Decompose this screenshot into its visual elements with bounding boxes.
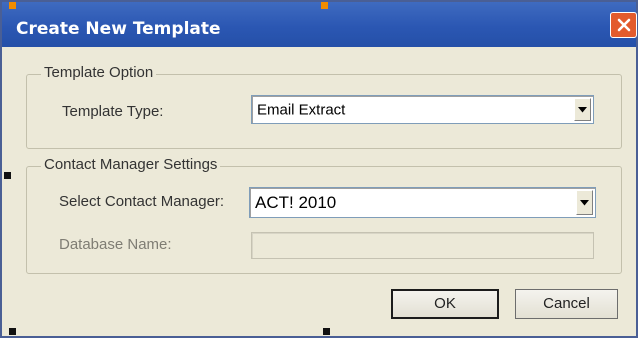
template-type-label: Template Type: — [62, 103, 164, 120]
template-option-legend: Template Option — [41, 64, 157, 81]
contact-manager-value: ACT! 2010 — [255, 192, 337, 212]
resize-handle-bottom-center[interactable] — [323, 328, 330, 335]
select-contact-manager-label: Select Contact Manager: — [59, 193, 225, 210]
database-name-label: Database Name: — [59, 236, 172, 253]
close-icon — [617, 18, 631, 32]
contact-manager-select[interactable]: ACT! 2010 — [249, 187, 596, 218]
template-type-value: Email Extract — [257, 101, 346, 118]
chevron-down-icon — [578, 106, 587, 112]
window-title: Create New Template — [16, 19, 221, 39]
close-button[interactable] — [610, 12, 637, 38]
ok-button[interactable]: OK — [391, 289, 499, 319]
title-bar[interactable]: Create New Template — [2, 2, 637, 47]
resize-handle-top-center[interactable] — [321, 2, 328, 9]
create-new-template-dialog: Create New Template Template Option Temp… — [0, 0, 638, 338]
template-type-dropdown-button[interactable] — [574, 98, 591, 121]
database-name-field — [251, 232, 594, 259]
contact-manager-settings-legend: Contact Manager Settings — [41, 156, 221, 173]
resize-handle-middle-left[interactable] — [4, 172, 11, 179]
template-type-select[interactable]: Email Extract — [251, 95, 594, 124]
resize-handle-bottom-left[interactable] — [9, 328, 16, 335]
chevron-down-icon — [580, 199, 589, 205]
contact-manager-dropdown-button[interactable] — [576, 190, 593, 215]
cancel-button[interactable]: Cancel — [515, 289, 618, 319]
resize-handle-top-left[interactable] — [9, 2, 16, 9]
